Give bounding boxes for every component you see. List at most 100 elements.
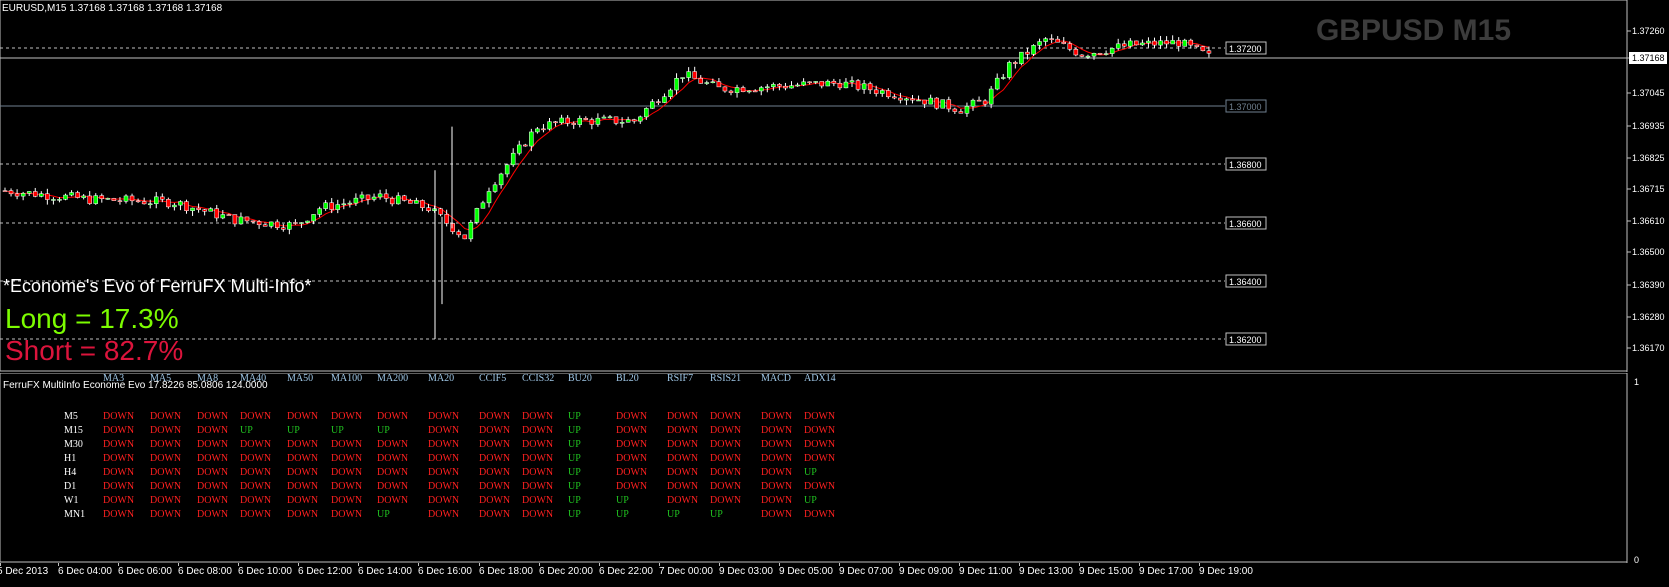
- candle-body: [777, 84, 782, 87]
- signal-cell: UP: [568, 481, 581, 492]
- candle-body: [39, 193, 44, 197]
- candle-body: [256, 221, 262, 226]
- candle-body: [625, 119, 631, 123]
- price-tick-label: 1.36825: [1632, 153, 1665, 163]
- signal-cell: DOWN: [522, 467, 554, 478]
- candle-body: [420, 200, 425, 208]
- signal-cell: DOWN: [804, 411, 836, 422]
- candle-body: [1103, 53, 1109, 55]
- candle-body: [517, 144, 522, 154]
- candle-body: [765, 86, 770, 89]
- column-header: MA5: [150, 373, 172, 384]
- signal-cell: DOWN: [804, 439, 836, 450]
- column-header: BU20: [568, 373, 592, 384]
- signal-cell: DOWN: [150, 453, 182, 464]
- signal-cell: DOWN: [331, 467, 363, 478]
- candle-body: [1194, 44, 1200, 47]
- candle-body: [214, 208, 219, 219]
- time-tick: [178, 563, 179, 566]
- candle-body: [359, 194, 365, 199]
- candle-body: [892, 96, 897, 99]
- candle-body: [1134, 40, 1139, 46]
- candle-body: [389, 198, 395, 205]
- candle-body: [1085, 55, 1091, 58]
- column-header: RSIF7: [667, 373, 694, 384]
- candle-body: [789, 85, 794, 89]
- candle-body: [867, 83, 873, 91]
- candle-body: [541, 128, 546, 131]
- signal-cell: DOWN: [287, 509, 319, 520]
- candle-body: [873, 89, 879, 94]
- candle-body: [1001, 77, 1006, 79]
- price-axis: 1.37260 1.37168 1.37045 1.36935 1.36825 1.367…: [1627, 26, 1667, 353]
- candle-body: [698, 78, 703, 84]
- candle-body: [305, 220, 310, 223]
- candle-body: [474, 208, 480, 223]
- candle-body: [377, 193, 383, 198]
- candle-body: [619, 122, 625, 124]
- candle-body: [293, 222, 298, 224]
- time-tick: [539, 563, 540, 566]
- candle-body: [75, 192, 80, 198]
- candle-body: [396, 195, 401, 205]
- signal-cell: DOWN: [428, 425, 460, 436]
- signal-cell: DOWN: [761, 495, 793, 506]
- candle-body: [196, 207, 201, 210]
- candle-body: [535, 128, 540, 133]
- candle-body: [946, 99, 952, 110]
- signal-cell: DOWN: [377, 467, 409, 478]
- signal-cell: DOWN: [331, 481, 363, 492]
- candle-body: [734, 87, 740, 93]
- level-label: 1.36600: [1229, 219, 1262, 229]
- signal-cell: DOWN: [103, 425, 135, 436]
- time-tick: [58, 563, 59, 566]
- candle-body: [577, 118, 582, 125]
- candle-body: [1128, 40, 1133, 47]
- column-header: MACD: [761, 373, 792, 384]
- long-percentage: Long = 17.3%: [5, 303, 179, 334]
- candle-body: [462, 234, 468, 240]
- candle-body: [523, 144, 528, 147]
- candle-body: [1097, 53, 1103, 55]
- candle-body: [934, 97, 939, 109]
- signal-cell: DOWN: [287, 453, 319, 464]
- candle-body: [958, 111, 964, 114]
- price-chart[interactable]: 1.37200 1.37000 1.36800 1.36600 1.36400 1.362…: [0, 0, 1669, 372]
- candle-body: [444, 214, 449, 224]
- candle-body: [208, 208, 213, 212]
- signal-cell: DOWN: [331, 411, 363, 422]
- level-label: 1.36800: [1229, 160, 1262, 170]
- column-header: MA20: [428, 373, 455, 384]
- candle-body: [964, 106, 970, 114]
- candle-body: [686, 71, 691, 78]
- signal-cell: DOWN: [240, 509, 272, 520]
- timeframe-label: W1: [64, 495, 79, 506]
- candle-body: [178, 201, 183, 206]
- candle-body: [740, 87, 746, 93]
- signal-cell: DOWN: [616, 453, 648, 464]
- signal-cell: UP: [568, 509, 581, 520]
- time-label: 9 Dec 15:00: [1079, 566, 1133, 577]
- candle-body: [898, 97, 903, 101]
- signal-cell: DOWN: [522, 411, 554, 422]
- signal-cell: DOWN: [804, 453, 836, 464]
- candle-body: [147, 203, 153, 205]
- candle-body: [559, 117, 564, 124]
- signal-cell: DOWN: [522, 481, 554, 492]
- candle-body: [710, 81, 716, 83]
- signal-cell: UP: [377, 509, 390, 520]
- candle-body: [498, 173, 504, 186]
- candle-body: [1188, 39, 1194, 46]
- candle-body: [426, 207, 431, 212]
- indicator-scale-top: 1: [1634, 377, 1640, 387]
- signal-cell: DOWN: [377, 439, 409, 450]
- signal-cell: DOWN: [667, 467, 699, 478]
- signal-cell: DOWN: [197, 411, 229, 422]
- candle-body: [1176, 40, 1181, 47]
- level-label: 1.36200: [1229, 335, 1262, 345]
- signal-cell: DOWN: [287, 467, 319, 478]
- signal-cell: DOWN: [240, 467, 272, 478]
- candle-body: [510, 152, 516, 166]
- candle-body: [504, 164, 510, 175]
- signal-cell: UP: [568, 439, 581, 450]
